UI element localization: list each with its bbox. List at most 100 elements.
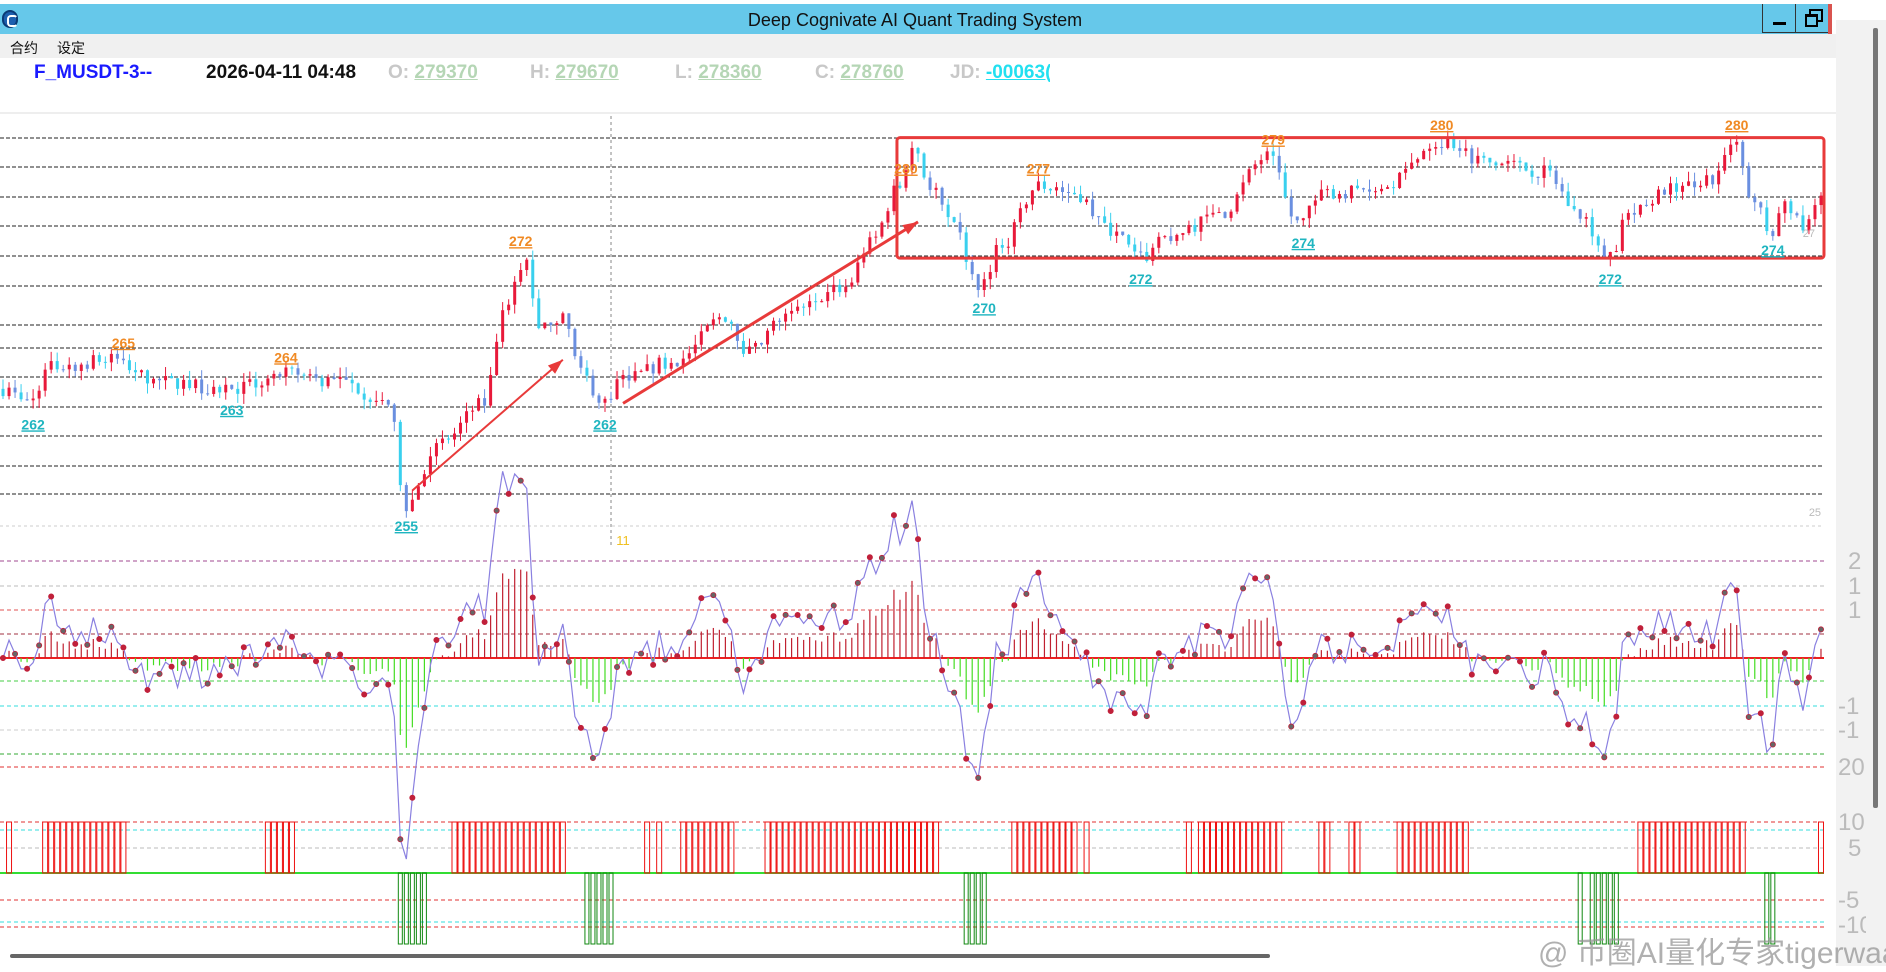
oscillator-dot <box>1504 654 1511 661</box>
candle-body <box>976 274 980 291</box>
vertical-scrollbar[interactable] <box>1873 28 1878 808</box>
oscillator-dot <box>1143 713 1150 720</box>
oscillator-dot <box>601 726 608 733</box>
candle-body <box>525 259 529 270</box>
candle-body <box>1632 212 1636 215</box>
candle-body <box>1602 245 1606 258</box>
candle-body <box>687 353 691 359</box>
candle-body <box>200 379 204 394</box>
oscillator-dot <box>854 579 861 586</box>
oscillator-dot <box>614 664 621 671</box>
oscillator-dot <box>12 650 19 657</box>
candle-body <box>850 282 854 287</box>
oscillator-dot <box>385 681 392 688</box>
candle-body <box>1452 137 1456 149</box>
candle-body <box>886 211 890 223</box>
candle-body <box>675 362 679 367</box>
candle-body <box>1500 163 1504 166</box>
candle-body <box>1127 234 1131 245</box>
pivot-label: 255 <box>395 518 419 534</box>
candle-body <box>1217 212 1221 214</box>
candle-body <box>1386 187 1390 189</box>
candle-body <box>326 377 330 387</box>
oscillator-dot <box>553 641 560 648</box>
oscillator-dot <box>1649 634 1656 641</box>
candle-body <box>374 400 378 402</box>
candle-body <box>1006 246 1010 248</box>
candle-body <box>507 304 511 311</box>
candle-body <box>127 360 131 371</box>
candle-body <box>152 378 156 384</box>
oscillator-dot <box>1625 631 1632 638</box>
oscillator-dot <box>276 644 283 651</box>
candle-body <box>49 361 53 370</box>
candle-body <box>796 306 800 311</box>
candle-body <box>1313 200 1317 206</box>
oscillator-dot <box>204 680 211 687</box>
candle-body <box>31 398 35 401</box>
candle-body <box>1229 211 1233 218</box>
candle-body <box>1488 157 1492 163</box>
candle-body <box>1530 170 1534 177</box>
candle-body <box>176 378 180 389</box>
price-chart[interactable]: 262 265 263 264 255 272 262 280 270 277 272 279 274 2… <box>0 0 1836 960</box>
candle-body <box>218 386 222 393</box>
candle-body <box>519 269 523 282</box>
oscillator-dot <box>939 667 946 674</box>
right-axis-label: -1 <box>1838 717 1860 744</box>
candle-body <box>1512 160 1516 162</box>
candle-body <box>778 320 782 322</box>
oscillator-dot <box>806 613 813 620</box>
oscillator-dot <box>228 663 235 670</box>
candle-body <box>838 284 842 293</box>
oscillator-dot <box>120 644 127 651</box>
candle-body <box>1091 199 1095 217</box>
candle-body <box>1211 212 1215 215</box>
candle-body <box>1085 199 1089 203</box>
candle-body <box>501 310 505 342</box>
oscillator-dot <box>1673 635 1680 642</box>
pivot-label: 274 <box>1292 235 1316 251</box>
pivot-label: 262 <box>21 416 45 432</box>
candle-body <box>7 387 11 397</box>
candle-body <box>1675 183 1679 192</box>
oscillator-dot <box>1300 699 1307 706</box>
candle-body <box>290 367 294 369</box>
candle-body <box>988 272 992 280</box>
oscillator-dot <box>927 635 934 642</box>
oscillator-dot <box>481 619 488 626</box>
candle-body <box>585 367 589 376</box>
candle-body <box>892 185 896 212</box>
oscillator-dot <box>1541 649 1548 656</box>
candle-body <box>416 486 420 500</box>
candle-body <box>651 364 655 374</box>
oscillator-dot <box>1733 587 1740 594</box>
candle-body <box>1524 162 1528 171</box>
horizontal-scrollbar[interactable] <box>10 954 1270 958</box>
candle-body <box>1103 216 1107 223</box>
oscillator-dot <box>48 593 55 600</box>
oscillator-dot <box>457 616 464 623</box>
oscillator-dot <box>433 636 440 643</box>
oscillator-dot <box>313 658 320 665</box>
candle-body <box>194 379 198 389</box>
oscillator-dot <box>794 611 801 618</box>
consolidation-box <box>895 136 1826 260</box>
candle-body <box>1446 137 1450 148</box>
oscillator-dot <box>1480 655 1487 662</box>
candle-body <box>182 379 186 389</box>
candle-body <box>465 411 469 423</box>
oscillator-dot <box>626 669 633 676</box>
candle-body <box>1789 201 1793 214</box>
oscillator-dot <box>1071 638 1078 645</box>
candle-body <box>37 390 41 399</box>
oscillator-dot <box>987 703 994 710</box>
candle-body <box>603 398 607 403</box>
candle-body <box>103 361 107 363</box>
oscillator-dot <box>337 651 344 658</box>
oscillator-dot <box>999 651 1006 658</box>
candle-body <box>826 292 830 302</box>
candle-body <box>657 357 661 374</box>
candle-body <box>1566 191 1570 207</box>
candle-body <box>844 286 848 293</box>
